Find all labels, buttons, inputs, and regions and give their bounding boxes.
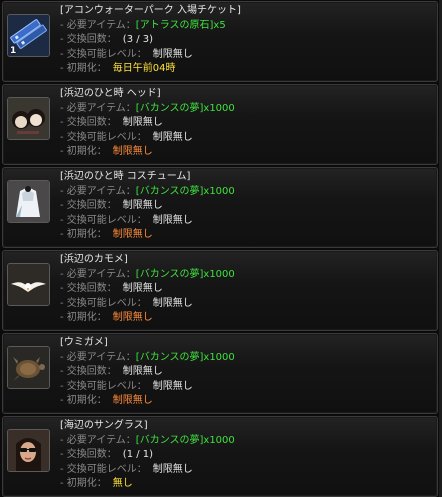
exchange-list: 1 [アコンウォーターパーク 入場チケット] - 必要アイテム：[アトラスの原石…	[0, 0, 442, 497]
required-item-qty: x1000	[203, 102, 235, 114]
reset-value: 制限無し	[112, 229, 153, 241]
costume-icon[interactable]	[7, 180, 50, 223]
required-item-label: - 必要アイテム：	[60, 102, 136, 114]
stack-count: 1	[10, 46, 17, 56]
required-item-name: [バカンスの夢]	[135, 268, 204, 280]
entry-title: [ウミガメ]	[60, 337, 108, 348]
required-item-name: [バカンスの夢]	[135, 434, 204, 446]
exchange-count-label: - 交換回数：	[60, 117, 117, 129]
sea-turtle-icon[interactable]	[7, 346, 50, 389]
exchange-level-value: 制限無し	[152, 380, 193, 392]
entry-title: [浜辺のひと時 ヘッド]	[60, 88, 161, 99]
entry-title: [浜辺のカモメ]	[60, 254, 128, 265]
exchange-entry[interactable]: [ウミガメ] - 必要アイテム：[バカンスの夢]x1000 - 交換回数： 制限無…	[2, 333, 438, 414]
reset-value: 制限無し	[112, 395, 153, 407]
exchange-entry[interactable]: [海辺のサングラス] - 必要アイテム：[バカンスの夢]x1000 - 交換回数…	[2, 416, 438, 497]
exchange-level-value: 制限無し	[152, 463, 193, 475]
exchange-entry[interactable]: [浜辺のひと時 コスチューム] - 必要アイテム：[バカンスの夢]x1000 -…	[2, 167, 438, 248]
reset-value: 制限無し	[112, 146, 153, 158]
seagull-icon[interactable]	[7, 263, 50, 306]
required-item-qty: x1000	[203, 434, 235, 446]
reset-value: 毎日午前04時	[112, 63, 176, 75]
exchange-count-label: - 交換回数：	[60, 283, 117, 295]
reset-value: 制限無し	[112, 312, 153, 324]
exchange-level-value: 制限無し	[152, 48, 193, 60]
exchange-count-label: - 交換回数：	[60, 34, 117, 46]
required-item-label: - 必要アイテム：	[60, 268, 136, 280]
reset-label: - 初期化：	[60, 229, 107, 241]
exchange-level-label: - 交換可能レベル：	[60, 380, 147, 392]
ticket-icon[interactable]: 1	[7, 14, 50, 57]
reset-label: - 初期化：	[60, 395, 107, 407]
exchange-count-value: (3 / 3)	[122, 34, 154, 46]
exchange-level-label: - 交換可能レベル：	[60, 297, 147, 309]
required-item-label: - 必要アイテム：	[60, 351, 136, 363]
required-item-name: [バカンスの夢]	[135, 102, 204, 114]
exchange-count-value: 制限無し	[122, 366, 163, 378]
required-item-label: - 必要アイテム：	[60, 434, 136, 446]
reset-value: 無し	[112, 478, 133, 490]
entry-title: [浜辺のひと時 コスチューム]	[60, 171, 191, 182]
required-item-qty: x5	[213, 19, 226, 31]
required-item-qty: x1000	[203, 185, 235, 197]
exchange-count-value: (1 / 1)	[122, 449, 154, 461]
exchange-count-label: - 交換回数：	[60, 449, 117, 461]
reset-label: - 初期化：	[60, 312, 107, 324]
required-item-qty: x1000	[203, 268, 235, 280]
exchange-level-value: 制限無し	[152, 214, 193, 226]
required-item-label: - 必要アイテム：	[60, 185, 136, 197]
exchange-count-value: 制限無し	[122, 283, 163, 295]
exchange-entry[interactable]: 1 [アコンウォーターパーク 入場チケット] - 必要アイテム：[アトラスの原石…	[2, 1, 438, 82]
exchange-count-label: - 交換回数：	[60, 200, 117, 212]
exchange-level-label: - 交換可能レベル：	[60, 463, 147, 475]
exchange-count-value: 制限無し	[122, 117, 163, 129]
exchange-entry[interactable]: [浜辺のひと時 ヘッド] - 必要アイテム：[バカンスの夢]x1000 - 交換…	[2, 84, 438, 165]
exchange-entry[interactable]: [浜辺のカモメ] - 必要アイテム：[バカンスの夢]x1000 - 交換回数： 制…	[2, 250, 438, 331]
reset-label: - 初期化：	[60, 478, 107, 490]
exchange-level-value: 制限無し	[152, 297, 193, 309]
exchange-count-label: - 交換回数：	[60, 366, 117, 378]
required-item-name: [バカンスの夢]	[135, 351, 204, 363]
reset-label: - 初期化：	[60, 146, 107, 158]
entry-title: [アコンウォーターパーク 入場チケット]	[60, 5, 241, 16]
required-item-name: [アトラスの原石]	[135, 19, 214, 31]
exchange-count-value: 制限無し	[122, 200, 163, 212]
required-item-name: [バカンスの夢]	[135, 185, 204, 197]
required-item-label: - 必要アイテム：	[60, 19, 136, 31]
reset-label: - 初期化：	[60, 63, 107, 75]
head-accessory-icon[interactable]	[7, 97, 50, 140]
exchange-level-value: 制限無し	[152, 131, 193, 143]
required-item-qty: x1000	[203, 351, 235, 363]
exchange-level-label: - 交換可能レベル：	[60, 131, 147, 143]
exchange-level-label: - 交換可能レベル：	[60, 214, 147, 226]
sunglasses-icon[interactable]	[7, 429, 50, 472]
exchange-level-label: - 交換可能レベル：	[60, 48, 147, 60]
entry-title: [海辺のサングラス]	[60, 420, 148, 431]
